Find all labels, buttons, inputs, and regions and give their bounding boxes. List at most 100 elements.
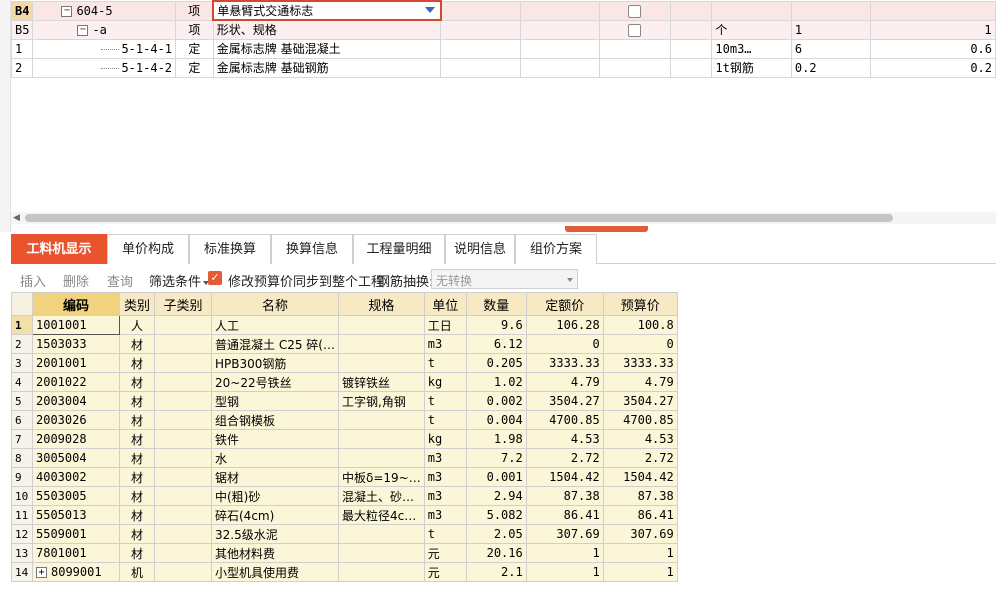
unit-cell[interactable]: m3 xyxy=(423,486,467,506)
quota-price-cell[interactable]: 1504.42 xyxy=(525,467,604,487)
tab-standard-conversion[interactable]: 标准换算 xyxy=(189,234,271,264)
budget-price-cell[interactable]: 87.38 xyxy=(602,486,678,506)
column-header-quota-price[interactable]: 定额价 xyxy=(525,292,604,316)
category-cell[interactable]: 材 xyxy=(119,410,155,430)
quota-price-cell[interactable]: 307.69 xyxy=(525,524,604,544)
column-header-budget-price[interactable]: 预算价 xyxy=(602,292,678,316)
code-cell[interactable]: − -a xyxy=(32,19,177,40)
rebar-select[interactable]: 无转换 xyxy=(431,269,578,289)
quota-price-cell[interactable]: 1 xyxy=(525,543,604,563)
filter-dropdown[interactable]: 筛选条件 xyxy=(149,271,210,290)
unit-cell[interactable]: t xyxy=(423,391,467,411)
spec-cell[interactable]: 混凝土、砂… xyxy=(338,486,425,506)
name-cell[interactable]: 铁件 xyxy=(211,429,339,449)
subcategory-cell[interactable] xyxy=(154,334,212,354)
quota-row[interactable]: 2 5-1-4-2 定 金属标志牌 基础钢筋 1t钢筋 0.2 0.2 xyxy=(10,57,996,78)
subcategory-cell[interactable] xyxy=(154,524,212,544)
spec-cell[interactable]: 镀锌铁丝 xyxy=(338,372,425,392)
quantity-cell[interactable]: 6.12 xyxy=(465,334,527,354)
table-row[interactable]: 2 1503033 材普通混凝土 C25 碎(… m3 6.12 0 0 xyxy=(11,334,678,354)
code-cell[interactable]: 7801001 xyxy=(32,543,120,563)
code-cell[interactable]: 1503033 xyxy=(32,334,120,354)
quantity-cell[interactable]: 1.98 xyxy=(465,429,527,449)
budget-price-cell[interactable]: 4.79 xyxy=(602,372,678,392)
spec-cell[interactable] xyxy=(338,315,425,335)
row-number[interactable]: 2 xyxy=(11,334,33,354)
row-number[interactable]: 10 xyxy=(11,486,33,506)
quantity-cell[interactable]: 0.001 xyxy=(465,467,527,487)
category-cell[interactable]: 人 xyxy=(119,315,155,335)
spec-cell[interactable] xyxy=(338,524,425,544)
code-cell[interactable]: +8099001 xyxy=(32,562,120,582)
spec-cell[interactable] xyxy=(338,410,425,430)
table-row[interactable]: 13 7801001 材其他材料费元 20.16 1 1 xyxy=(11,543,678,563)
table-row[interactable]: 3 2001001 材 HPB300钢筋 t 0.205 3333.33 3333.33 xyxy=(11,353,678,373)
code-cell[interactable]: 2001022 xyxy=(32,372,120,392)
code-cell[interactable]: 4003002 xyxy=(32,467,120,487)
unit-cell[interactable]: m3 xyxy=(423,505,467,525)
subcategory-cell[interactable] xyxy=(154,372,212,392)
budget-price-cell[interactable]: 1 xyxy=(602,543,678,563)
budget-price-cell[interactable]: 4.53 xyxy=(602,429,678,449)
quota-price-cell[interactable]: 3333.33 xyxy=(525,353,604,373)
spec-cell[interactable]: 中板δ=19~… xyxy=(338,467,425,487)
checkbox-cell[interactable] xyxy=(598,0,671,21)
row-number[interactable]: 1 xyxy=(11,315,33,335)
row-header[interactable]: B4 xyxy=(10,0,34,21)
column-header-quantity[interactable]: 数量 xyxy=(465,292,527,316)
budget-price-cell[interactable]: 1504.42 xyxy=(602,467,678,487)
subcategory-cell[interactable] xyxy=(154,315,212,335)
table-row[interactable]: 4 2001022 材 20~22号铁丝 镀锌铁丝 kg 1.02 4.79 4.79 xyxy=(11,372,678,392)
budget-price-cell[interactable]: 2.72 xyxy=(602,448,678,468)
name-cell[interactable]: 中(粗)砂 xyxy=(211,486,339,506)
category-cell[interactable]: 材 xyxy=(119,372,155,392)
name-cell[interactable]: 金属标志牌 基础混凝土 xyxy=(212,38,442,59)
tab-material-display[interactable]: 工料机显示 xyxy=(11,234,107,264)
table-row[interactable]: 11 5505013 材碎石(4cm) 最大粒径4c… m3 5.082 86.41 86.4… xyxy=(11,505,678,525)
code-cell[interactable]: 5509001 xyxy=(32,524,120,544)
category-cell[interactable]: 材 xyxy=(119,524,155,544)
budget-price-cell[interactable]: 100.8 xyxy=(602,315,678,335)
column-header-category[interactable]: 类别 xyxy=(119,292,155,316)
sync-checkbox[interactable]: ✓ xyxy=(208,271,222,285)
spec-cell[interactable] xyxy=(338,448,425,468)
tab-pricing-scheme[interactable]: 组价方案 xyxy=(515,234,597,264)
quota-price-cell[interactable]: 4.53 xyxy=(525,429,604,449)
category-cell[interactable]: 材 xyxy=(119,334,155,354)
budget-price-cell[interactable]: 86.41 xyxy=(602,505,678,525)
quota-row[interactable]: B4 −604-5 项 单悬臂式交通标志 xyxy=(10,0,996,21)
quota-price-cell[interactable]: 0 xyxy=(525,334,604,354)
unit-cell[interactable]: 工日 xyxy=(423,315,467,335)
checkbox-cell[interactable] xyxy=(598,19,671,40)
row-header[interactable]: 2 xyxy=(10,57,34,78)
name-cell[interactable]: 水 xyxy=(211,448,339,468)
name-cell[interactable]: 形状、规格 xyxy=(212,19,442,40)
name-cell[interactable]: 碎石(4cm) xyxy=(211,505,339,525)
table-row[interactable]: 1 1001001 人 人工 工日 9.6 106.28 100.8 xyxy=(11,315,678,335)
name-cell[interactable]: 小型机具使用费 xyxy=(211,562,339,582)
delete-button[interactable]: 删除 xyxy=(63,271,89,290)
quota-price-cell[interactable]: 2.72 xyxy=(525,448,604,468)
quantity-cell[interactable]: 0.205 xyxy=(465,353,527,373)
subcategory-cell[interactable] xyxy=(154,486,212,506)
category-cell[interactable]: 材 xyxy=(119,429,155,449)
query-button[interactable]: 查询 xyxy=(107,271,133,290)
tab-unit-price[interactable]: 单价构成 xyxy=(107,234,189,264)
quantity-cell[interactable]: 9.6 xyxy=(465,315,527,335)
horizontal-scrollbar[interactable]: ◀ xyxy=(11,212,996,224)
code-cell[interactable]: 2009028 xyxy=(32,429,120,449)
table-row[interactable]: 6 2003026 材组合钢模板 t 0.004 4700.85 4700.85 xyxy=(11,410,678,430)
unit-cell[interactable]: 元 xyxy=(423,543,467,563)
budget-price-cell[interactable]: 3333.33 xyxy=(602,353,678,373)
quota-price-cell[interactable]: 87.38 xyxy=(525,486,604,506)
budget-price-cell[interactable]: 4700.85 xyxy=(602,410,678,430)
spec-cell[interactable] xyxy=(338,562,425,582)
spec-cell[interactable]: 工字钢,角钢 xyxy=(338,391,425,411)
subcategory-cell[interactable] xyxy=(154,543,212,563)
row-number[interactable]: 9 xyxy=(11,467,33,487)
category-cell[interactable]: 材 xyxy=(119,353,155,373)
row-header[interactable]: 1 xyxy=(10,38,34,59)
category-cell[interactable]: 材 xyxy=(119,543,155,563)
row-number[interactable]: 4 xyxy=(11,372,33,392)
row-number[interactable]: 8 xyxy=(11,448,33,468)
